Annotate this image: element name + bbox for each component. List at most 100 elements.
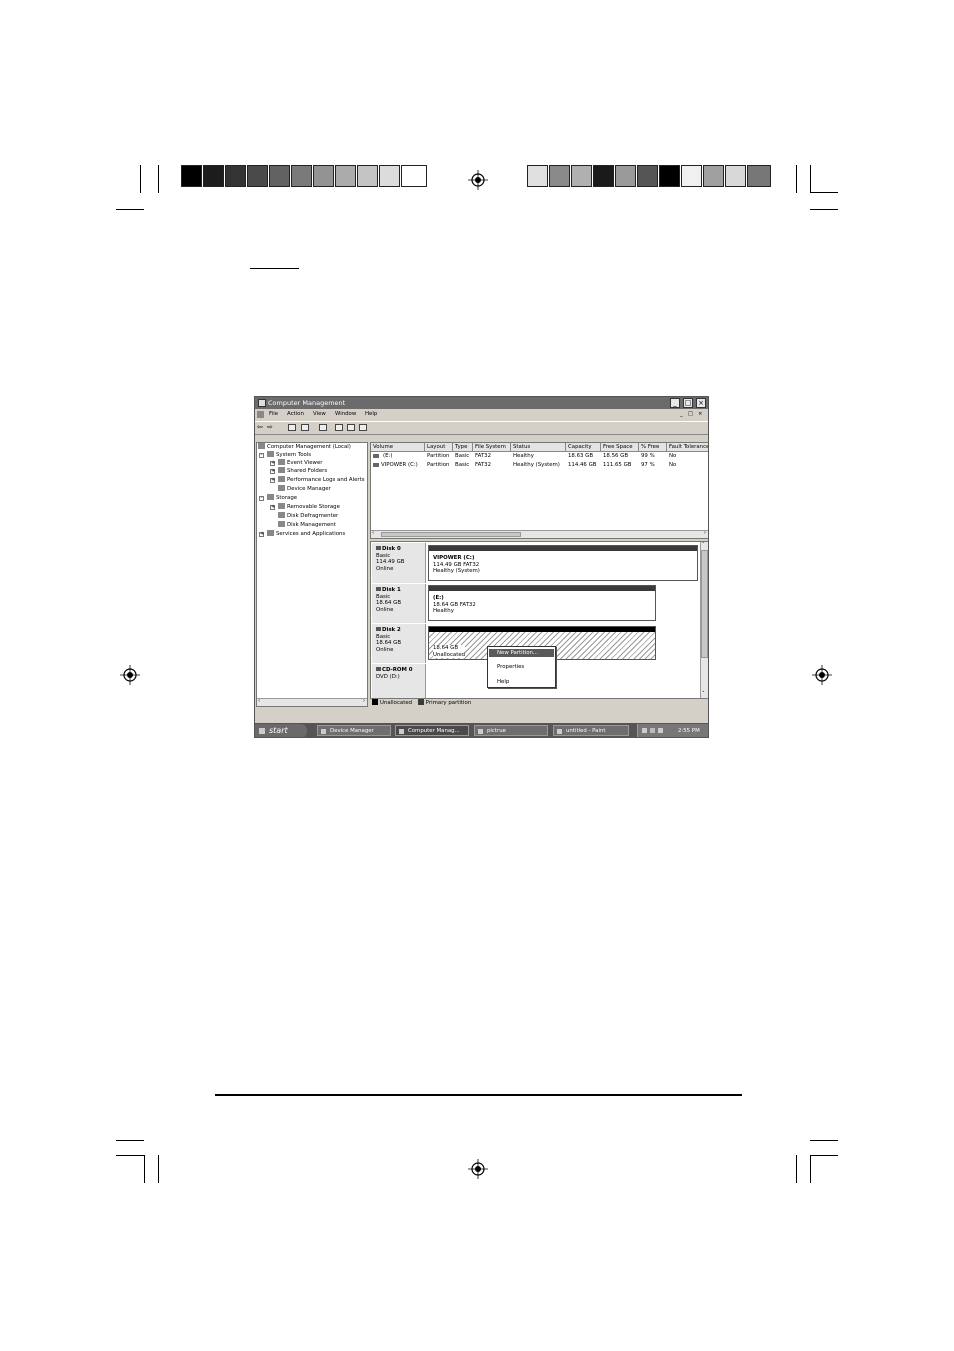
computer-management-icon bbox=[399, 729, 404, 734]
unallocated-swatch bbox=[372, 699, 378, 705]
collapse-icon[interactable]: - bbox=[259, 496, 264, 501]
taskbar-button-paint[interactable]: untitled - Paint bbox=[553, 725, 629, 736]
properties-icon[interactable] bbox=[319, 424, 327, 431]
menu-help[interactable]: Help bbox=[365, 410, 377, 419]
legend-unallocated: Unallocated bbox=[380, 700, 413, 706]
registration-mark-icon bbox=[812, 665, 832, 685]
scroll-right-icon[interactable]: › bbox=[363, 698, 365, 704]
tree-horizontal-scrollbar[interactable]: ‹ › bbox=[257, 698, 367, 706]
close-button[interactable]: × bbox=[696, 398, 706, 408]
computer-icon bbox=[258, 443, 265, 449]
up-folder-icon[interactable] bbox=[288, 424, 296, 431]
tree-item-system-tools[interactable]: System Tools bbox=[267, 451, 311, 459]
taskbar-button-device-manager[interactable]: Device Manager bbox=[317, 725, 391, 736]
menu-item-help[interactable]: Help bbox=[489, 678, 554, 686]
column-header-layout[interactable]: Layout bbox=[425, 443, 453, 452]
menu-item-properties[interactable]: Properties bbox=[489, 663, 554, 671]
scroll-right-icon[interactable]: › bbox=[704, 530, 706, 536]
legend-primary-partition: Primary partition bbox=[425, 700, 472, 706]
scroll-thumb[interactable] bbox=[701, 550, 708, 658]
menu-action[interactable]: Action bbox=[287, 410, 304, 419]
disk-list-icon[interactable] bbox=[359, 424, 367, 431]
tree-item-shared-folders[interactable]: Shared Folders bbox=[278, 467, 327, 475]
cdrom-0-label[interactable]: CD-ROM 0 DVD (D:) bbox=[372, 664, 426, 698]
scroll-down-icon[interactable]: ˅ bbox=[702, 691, 705, 697]
inner-close-button[interactable]: × bbox=[698, 410, 703, 419]
tree-item-performance-logs[interactable]: Performance Logs and Alerts bbox=[278, 476, 365, 484]
inner-minimize-button[interactable]: _ bbox=[680, 410, 683, 419]
tray-icon[interactable] bbox=[658, 728, 663, 733]
unallocated-bar bbox=[429, 627, 655, 632]
graph-vertical-scrollbar[interactable]: ˄ ˅ bbox=[700, 542, 708, 698]
scroll-left-icon[interactable]: ‹ bbox=[372, 530, 374, 536]
taskbar-button-pictrue[interactable]: pictrue bbox=[474, 725, 548, 736]
clock[interactable]: 2:55 PM bbox=[678, 724, 700, 737]
minimize-button[interactable]: _ bbox=[670, 398, 680, 408]
expand-icon[interactable]: + bbox=[270, 478, 275, 483]
title-bar[interactable]: Computer Management _ □ × bbox=[255, 397, 708, 409]
inner-restore-button[interactable]: □ bbox=[688, 410, 693, 419]
start-button[interactable]: start bbox=[255, 724, 307, 737]
app-icon bbox=[258, 399, 266, 407]
removable-storage-icon bbox=[278, 503, 285, 509]
console-tree: Computer Management (Local) - System Too… bbox=[256, 442, 368, 707]
column-header-percent-free[interactable]: % Free bbox=[639, 443, 667, 452]
menu-view[interactable]: View bbox=[313, 410, 326, 419]
column-header-type[interactable]: Type bbox=[453, 443, 473, 452]
primary-partition-bar bbox=[429, 546, 697, 551]
help-icon[interactable] bbox=[335, 424, 343, 431]
column-header-volume[interactable]: Volume bbox=[371, 443, 425, 452]
tree-item-removable-storage[interactable]: Removable Storage bbox=[278, 503, 340, 511]
column-header-free-space[interactable]: Free Space bbox=[601, 443, 639, 452]
column-header-status[interactable]: Status bbox=[511, 443, 566, 452]
scroll-thumb[interactable] bbox=[381, 532, 521, 537]
list-horizontal-scrollbar[interactable]: ‹ › bbox=[371, 530, 708, 538]
forward-arrow-icon[interactable]: ⇨ bbox=[267, 423, 273, 431]
menu-file[interactable]: File bbox=[269, 410, 278, 419]
window-title: Computer Management bbox=[268, 399, 346, 407]
disk-2-label[interactable]: Disk 2 Basic 18.64 GB Online bbox=[372, 624, 426, 663]
tree-item-event-viewer[interactable]: Event Viewer bbox=[278, 459, 322, 467]
network-icon[interactable] bbox=[642, 728, 647, 733]
tree-item-computer-management[interactable]: Computer Management (Local) bbox=[258, 443, 351, 451]
tree-item-services-applications[interactable]: Services and Applications bbox=[267, 530, 345, 538]
disk-1-label[interactable]: Disk 1 Basic 18.64 GB Online bbox=[372, 584, 426, 623]
show-tree-icon[interactable] bbox=[301, 424, 309, 431]
back-arrow-icon[interactable]: ⇦ bbox=[257, 423, 263, 431]
cdrom-icon bbox=[376, 667, 381, 671]
tree-item-device-manager[interactable]: Device Manager bbox=[278, 485, 331, 493]
expand-icon[interactable]: + bbox=[270, 505, 275, 510]
volume-vipower-c[interactable]: VIPOWER (C:) 114.49 GB FAT32 Healthy (Sy… bbox=[428, 545, 698, 581]
tree-item-disk-defragmenter[interactable]: Disk Defragmenter bbox=[278, 512, 338, 520]
expand-icon[interactable]: + bbox=[259, 532, 264, 537]
disk-management-icon bbox=[278, 521, 285, 527]
scroll-left-icon[interactable]: ‹ bbox=[258, 698, 260, 704]
expand-icon[interactable]: + bbox=[270, 461, 275, 466]
primary-partition-swatch bbox=[417, 699, 424, 705]
column-header-capacity[interactable]: Capacity bbox=[566, 443, 601, 452]
column-header-fault-tolerance[interactable]: Fault Tolerance bbox=[667, 443, 708, 452]
tree-item-storage[interactable]: Storage bbox=[267, 494, 297, 502]
taskbar-button-computer-management[interactable]: Computer Manag... bbox=[395, 725, 469, 736]
menu-item-new-partition[interactable]: New Partition... bbox=[489, 649, 554, 657]
column-header-file-system[interactable]: File System bbox=[473, 443, 511, 452]
collapse-icon[interactable]: - bbox=[259, 453, 264, 458]
volume-e[interactable]: (E:) 18.64 GB FAT32 Healthy bbox=[428, 585, 656, 621]
disk-0-label[interactable]: Disk 0 Basic 114.49 GB Online bbox=[372, 543, 426, 583]
system-tray: 2:55 PM bbox=[637, 724, 708, 737]
defrag-icon bbox=[278, 512, 285, 518]
menu-window[interactable]: Window bbox=[335, 410, 356, 419]
disk-icon bbox=[376, 587, 381, 591]
registration-mark-icon bbox=[468, 1159, 488, 1179]
settings-icon[interactable] bbox=[347, 424, 355, 431]
folder-icon bbox=[478, 729, 483, 734]
expand-icon[interactable]: + bbox=[270, 469, 275, 474]
volume-list: Volume Layout Type File System Status Ca… bbox=[370, 442, 708, 539]
volume-icon[interactable] bbox=[650, 728, 655, 733]
maximize-button[interactable]: □ bbox=[683, 398, 693, 408]
tree-item-disk-management[interactable]: Disk Management bbox=[278, 521, 336, 529]
scroll-up-icon[interactable]: ˄ bbox=[702, 542, 705, 548]
registration-mark-icon bbox=[468, 170, 488, 190]
disk-legend: Unallocated Primary partition bbox=[370, 699, 708, 708]
menu-bar: File Action View Window Help _ □ × bbox=[255, 410, 708, 419]
